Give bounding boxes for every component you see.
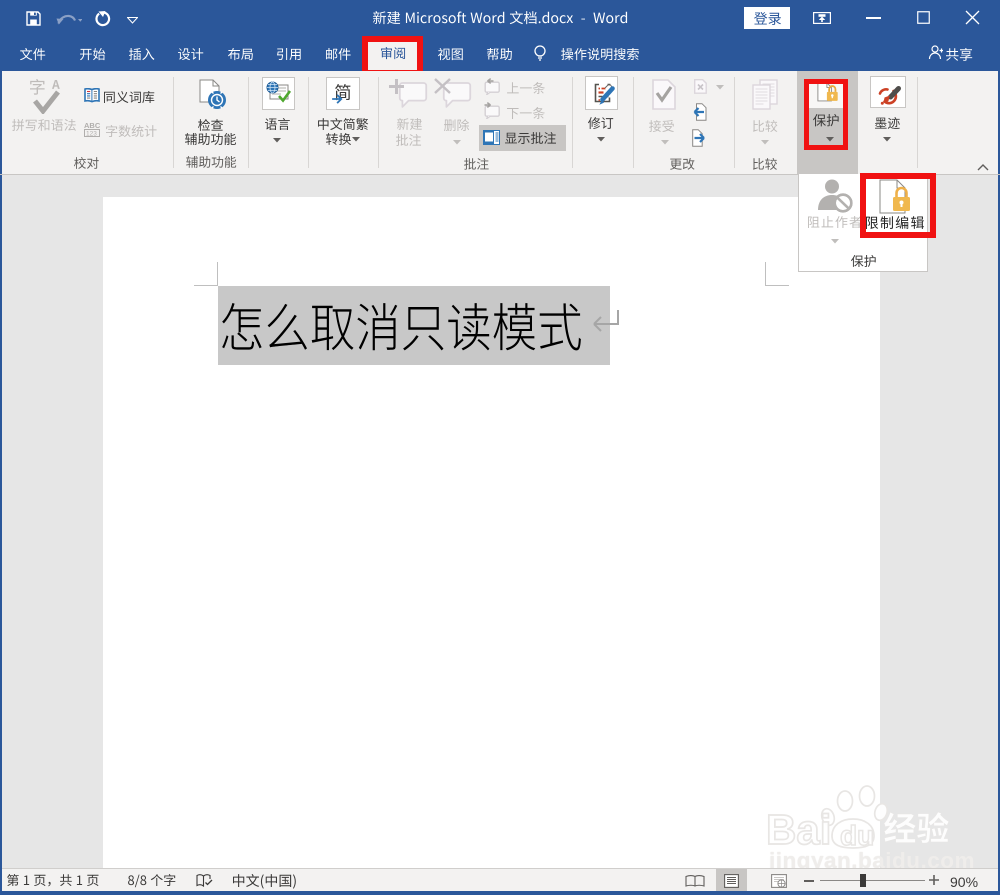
svg-text:Bai: Bai: [766, 806, 831, 850]
svg-text:ABC: ABC: [84, 121, 101, 130]
svg-text:123: 123: [86, 131, 97, 137]
svg-text:du: du: [840, 820, 874, 850]
